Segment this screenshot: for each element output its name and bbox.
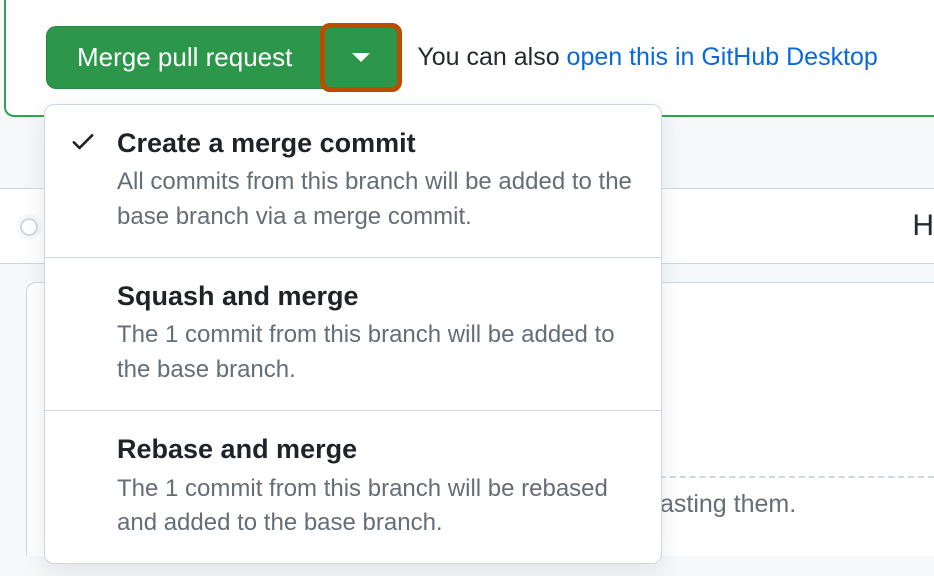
- merge-panel: Merge pull request You can also open thi…: [4, 0, 934, 117]
- merge-method-menu: Create a merge commit All commits from t…: [44, 104, 662, 564]
- merge-option-title: Create a merge commit: [117, 125, 637, 161]
- merge-option-description: The 1 commit from this branch will be re…: [117, 472, 637, 542]
- timeline-marker-icon: [16, 214, 42, 240]
- merge-option-title: Rebase and merge: [117, 431, 637, 467]
- merge-option-rebase-and-merge[interactable]: Rebase and merge The 1 commit from this …: [45, 411, 661, 563]
- merge-option-create-merge-commit[interactable]: Create a merge commit All commits from t…: [45, 105, 661, 258]
- merge-option-description: All commits from this branch will be add…: [117, 165, 637, 235]
- merge-pull-request-button[interactable]: Merge pull request: [46, 26, 323, 89]
- comment-attachment-divider: [640, 476, 934, 478]
- merge-button-group: Merge pull request: [46, 26, 399, 89]
- caret-down-icon: [352, 53, 370, 62]
- merge-hint-prefix: You can also: [417, 43, 566, 71]
- merge-options-dropdown-button[interactable]: [323, 26, 399, 89]
- timeline-badge-fragment: H: [912, 209, 934, 243]
- merge-hint-text: You can also open this in GitHub Desktop: [417, 43, 877, 72]
- check-icon: [69, 127, 105, 155]
- merge-option-title: Squash and merge: [117, 278, 637, 314]
- merge-action-row: Merge pull request You can also open thi…: [46, 26, 934, 89]
- merge-option-description: The 1 commit from this branch will be ad…: [117, 318, 637, 388]
- merge-option-squash-and-merge[interactable]: Squash and merge The 1 commit from this …: [45, 258, 661, 411]
- open-in-desktop-link[interactable]: open this in GitHub Desktop: [567, 43, 878, 71]
- comment-attachment-hint-fragment: asting them.: [660, 490, 796, 519]
